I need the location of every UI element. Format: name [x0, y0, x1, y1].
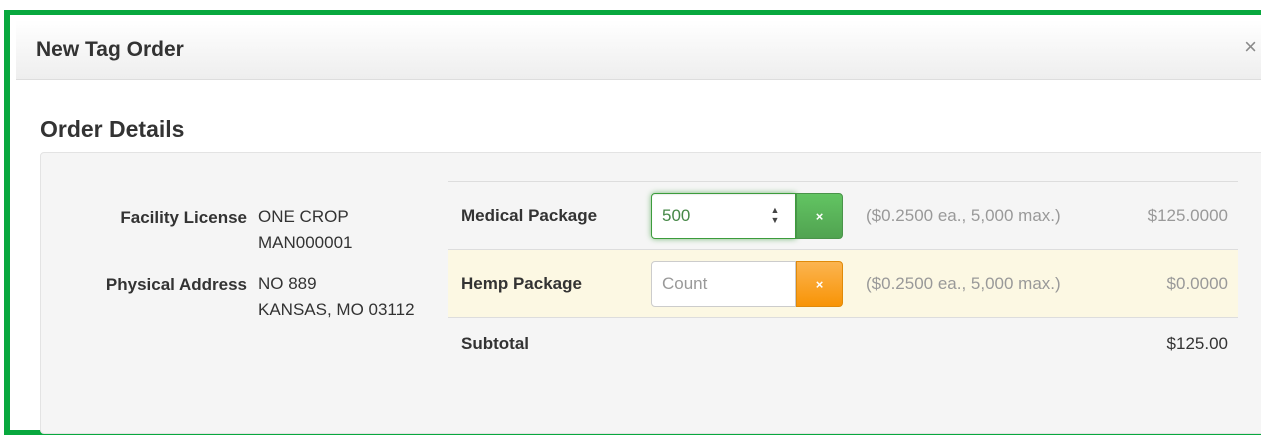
section-title: Order Details: [40, 116, 185, 142]
line-amount: $0.0000: [1166, 274, 1228, 293]
clear-hemp-button[interactable]: ×: [796, 261, 843, 307]
facility-license-name: ONE CROP: [258, 207, 349, 226]
number-spinner-icon[interactable]: ▲ ▼: [768, 205, 782, 227]
facility-license-label: Facility License: [120, 208, 247, 227]
subtotal-label: Subtotal: [461, 334, 529, 353]
package-label: Hemp Package: [461, 274, 582, 293]
modal-header: New Tag Order ×: [16, 20, 1261, 80]
address-line-2: KANSAS, MO 03112: [258, 300, 415, 319]
order-details-panel: Facility License ONE CROP MAN000001 Phys…: [40, 152, 1261, 434]
package-label: Medical Package: [461, 206, 598, 225]
price-note: ($0.2500 ea., 5,000 max.): [866, 206, 1061, 225]
physical-address-value: NO 889 KANSAS, MO 03112: [258, 271, 415, 323]
quantity-input-group: ▲▼ ×: [651, 193, 843, 239]
subtotal-row: Subtotal $125.00: [448, 318, 1238, 374]
line-amount: $125.0000: [1147, 206, 1228, 225]
modal-frame: New Tag Order × Order Details Facility L…: [4, 10, 1261, 435]
price-note: ($0.2500 ea., 5,000 max.): [866, 274, 1061, 293]
close-icon[interactable]: ×: [1244, 36, 1257, 58]
quantity-input-group: ×: [651, 261, 843, 307]
table-row: Hemp Package × ($0.2500 ea., 5,000 max.)…: [448, 250, 1238, 318]
clear-icon: ×: [815, 208, 824, 224]
modal-title: New Tag Order: [36, 38, 184, 61]
table-row: Medical Package ▲▼ × ($0.2500 ea., 5,000…: [448, 182, 1238, 250]
clear-medical-button[interactable]: ×: [796, 193, 843, 239]
address-line-1: NO 889: [258, 274, 317, 293]
physical-address-label: Physical Address: [105, 275, 247, 294]
facility-license-value: ONE CROP MAN000001: [258, 204, 353, 256]
subtotal-amount: $125.00: [1166, 334, 1228, 353]
clear-icon: ×: [815, 276, 824, 292]
hemp-package-count-input[interactable]: [651, 261, 796, 307]
facility-license-number: MAN000001: [258, 233, 353, 252]
order-table: Medical Package ▲▼ × ($0.2500 ea., 5,000…: [448, 181, 1238, 374]
